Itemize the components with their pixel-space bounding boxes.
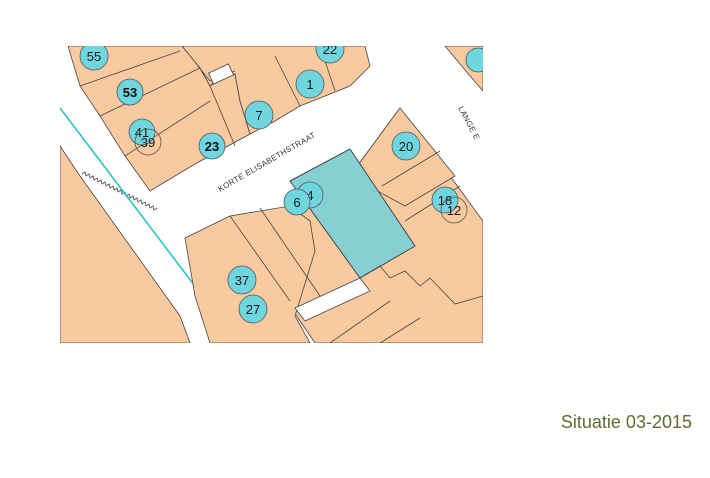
svg-text:7: 7 [255, 108, 262, 123]
svg-text:12: 12 [447, 203, 461, 218]
house-number-37[interactable]: 37 [227, 265, 257, 295]
svg-text:6: 6 [293, 195, 300, 210]
situation-map: KORTE ELISABETHSTRAAT LANGE E 55 22 1 53… [60, 46, 483, 343]
house-number-27[interactable]: 27 [238, 294, 268, 324]
house-number-20[interactable]: 20 [391, 131, 421, 161]
house-number-6[interactable]: 6 [283, 188, 311, 216]
house-number-55[interactable]: 55 [79, 46, 109, 71]
svg-text:55: 55 [87, 49, 101, 64]
house-number-1[interactable]: 1 [295, 69, 325, 99]
svg-text:37: 37 [235, 273, 249, 288]
house-number-53[interactable]: 53 [116, 78, 144, 106]
house-number-7[interactable]: 7 [244, 100, 274, 130]
svg-text:27: 27 [246, 302, 260, 317]
house-number-23[interactable]: 23 [198, 132, 226, 160]
map-caption: Situatie 03-2015 [560, 412, 692, 432]
svg-text:23: 23 [205, 139, 219, 154]
svg-text:39: 39 [141, 135, 155, 150]
svg-text:22: 22 [323, 46, 337, 57]
svg-text:1: 1 [306, 77, 313, 92]
svg-text:53: 53 [123, 85, 137, 100]
svg-text:20: 20 [399, 139, 413, 154]
